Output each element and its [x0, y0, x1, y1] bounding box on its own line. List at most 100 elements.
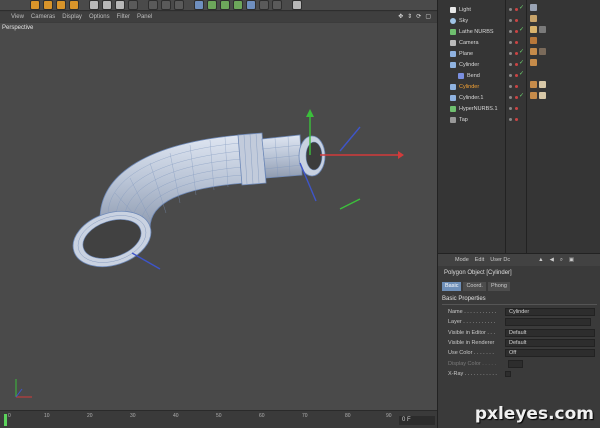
menu-display[interactable]: Display — [62, 14, 82, 20]
enabled-check-icon[interactable]: ✓ — [519, 48, 524, 55]
rotate-tool-icon[interactable] — [56, 0, 66, 10]
coordinate-system-icon[interactable] — [128, 0, 138, 10]
render-settings-icon[interactable] — [174, 0, 184, 10]
search-icon[interactable]: ⌕ — [560, 257, 563, 264]
x-axis-icon[interactable] — [89, 0, 99, 10]
z-axis-icon[interactable] — [115, 0, 125, 10]
phong-tag-icon[interactable] — [530, 92, 537, 99]
zoom-view-icon[interactable]: ⇕ — [407, 13, 412, 20]
phong-tag-icon[interactable] — [530, 81, 537, 88]
menu-mode[interactable]: Mode — [455, 257, 469, 263]
render-dot[interactable] — [515, 52, 518, 55]
xray-checkbox[interactable] — [505, 371, 511, 377]
use-color-select[interactable]: Off — [505, 349, 595, 357]
render-dot[interactable] — [515, 19, 518, 22]
menu-view[interactable]: View — [11, 14, 24, 20]
menu-cameras[interactable]: Cameras — [31, 14, 55, 20]
sky-icon — [450, 17, 456, 24]
menu-filter[interactable]: Filter — [117, 14, 130, 20]
render-dot[interactable] — [515, 41, 518, 44]
move-view-icon[interactable]: ✥ — [398, 13, 403, 20]
visibility-dot[interactable] — [509, 41, 512, 44]
render-view-icon[interactable] — [148, 0, 158, 10]
object-name: Bend — [467, 72, 480, 79]
name-field[interactable]: Cylinder — [505, 308, 595, 316]
menu-options[interactable]: Options — [89, 14, 110, 20]
enabled-check-icon[interactable]: ✓ — [519, 70, 524, 77]
move-tool-icon[interactable] — [30, 0, 40, 10]
visibility-dot[interactable] — [509, 107, 512, 110]
visible-editor-select[interactable]: Default — [505, 329, 595, 337]
render-picture-icon[interactable] — [161, 0, 171, 10]
render-dot[interactable] — [515, 85, 518, 88]
enabled-check-icon[interactable]: ✓ — [519, 59, 524, 66]
phong-tag-icon[interactable] — [530, 59, 537, 66]
menu-panel[interactable]: Panel — [137, 14, 152, 20]
render-dot[interactable] — [515, 118, 518, 121]
layer-field[interactable] — [505, 318, 591, 326]
visible-renderer-select[interactable]: Default — [505, 339, 595, 347]
visibility-dot[interactable] — [509, 85, 512, 88]
back-arrow-icon[interactable]: ◀ — [550, 257, 554, 263]
object-row[interactable]: Sky — [438, 15, 600, 26]
visibility-dot[interactable] — [509, 30, 512, 33]
render-dot[interactable] — [515, 30, 518, 33]
render-dot[interactable] — [515, 63, 518, 66]
deformer-icon[interactable] — [233, 0, 243, 10]
render-dot[interactable] — [515, 74, 518, 77]
current-frame-field[interactable]: 0 F — [399, 416, 435, 425]
nurbs-icon[interactable] — [207, 0, 217, 10]
enabled-check-icon[interactable]: ✓ — [519, 26, 524, 33]
tab-phong[interactable]: Phong — [487, 282, 510, 291]
visibility-dot[interactable] — [509, 19, 512, 22]
material-tag-icon[interactable] — [539, 48, 546, 55]
scale-tool-icon[interactable] — [43, 0, 53, 10]
enabled-check-icon[interactable]: ✓ — [519, 92, 524, 99]
object-row[interactable]: HyperNURBS.1 — [438, 103, 600, 114]
object-row[interactable]: Tap — [438, 114, 600, 125]
light-icon[interactable] — [272, 0, 282, 10]
protection-tag-icon[interactable] — [530, 37, 537, 44]
object-row-selected[interactable]: Cylinder — [438, 81, 600, 92]
attribute-tabs: Basic Coord. Phong — [442, 282, 510, 291]
lock-icon[interactable]: ▣ — [569, 257, 574, 263]
tab-basic[interactable]: Basic — [442, 282, 462, 291]
visibility-dot[interactable] — [509, 52, 512, 55]
tab-coord[interactable]: Coord. — [463, 282, 486, 291]
rotate-view-icon[interactable]: ⟳ — [416, 13, 421, 20]
enabled-check-icon[interactable]: ✓ — [519, 4, 524, 11]
material-tag-icon[interactable] — [539, 81, 546, 88]
render-dot[interactable] — [515, 8, 518, 11]
add-tool-icon[interactable] — [69, 0, 79, 10]
array-icon[interactable] — [220, 0, 230, 10]
timeline[interactable]: 0 10 20 30 40 50 60 70 80 90 0 F — [0, 410, 437, 428]
render-dot[interactable] — [515, 107, 518, 110]
maximize-view-icon[interactable]: ▢ — [425, 13, 431, 20]
visibility-dot[interactable] — [509, 8, 512, 11]
visibility-dot[interactable] — [509, 96, 512, 99]
material-tag-icon[interactable] — [530, 26, 537, 33]
attribute-manager: Mode Edit User Dc ▲ ◀ ⌕ ▣ Polygon Object… — [437, 253, 600, 428]
render-dot[interactable] — [515, 96, 518, 99]
display-color-swatch[interactable] — [508, 360, 523, 368]
visibility-dot[interactable] — [509, 118, 512, 121]
light-tag-icon[interactable] — [530, 4, 537, 11]
scene-icon[interactable] — [246, 0, 256, 10]
camera-icon[interactable] — [259, 0, 269, 10]
material-tag-icon[interactable] — [539, 26, 546, 33]
layout-icon[interactable] — [292, 0, 302, 10]
menu-edit[interactable]: Edit — [475, 257, 484, 263]
visibility-dot[interactable] — [509, 63, 512, 66]
up-arrow-icon[interactable]: ▲ — [538, 257, 543, 263]
attribute-menubar: Mode Edit User Dc ▲ ◀ ⌕ ▣ — [438, 254, 600, 266]
visibility-dot[interactable] — [509, 74, 512, 77]
playhead[interactable] — [4, 414, 7, 426]
object-row[interactable]: Camera — [438, 37, 600, 48]
perspective-viewport[interactable]: Perspective — [0, 23, 437, 410]
material-tag-icon[interactable] — [530, 15, 537, 22]
material-tag-icon[interactable] — [530, 48, 537, 55]
material-tag-icon[interactable] — [539, 92, 546, 99]
menu-user-data[interactable]: User Dc — [490, 257, 510, 263]
y-axis-icon[interactable] — [102, 0, 112, 10]
cube-primitive-icon[interactable] — [194, 0, 204, 10]
